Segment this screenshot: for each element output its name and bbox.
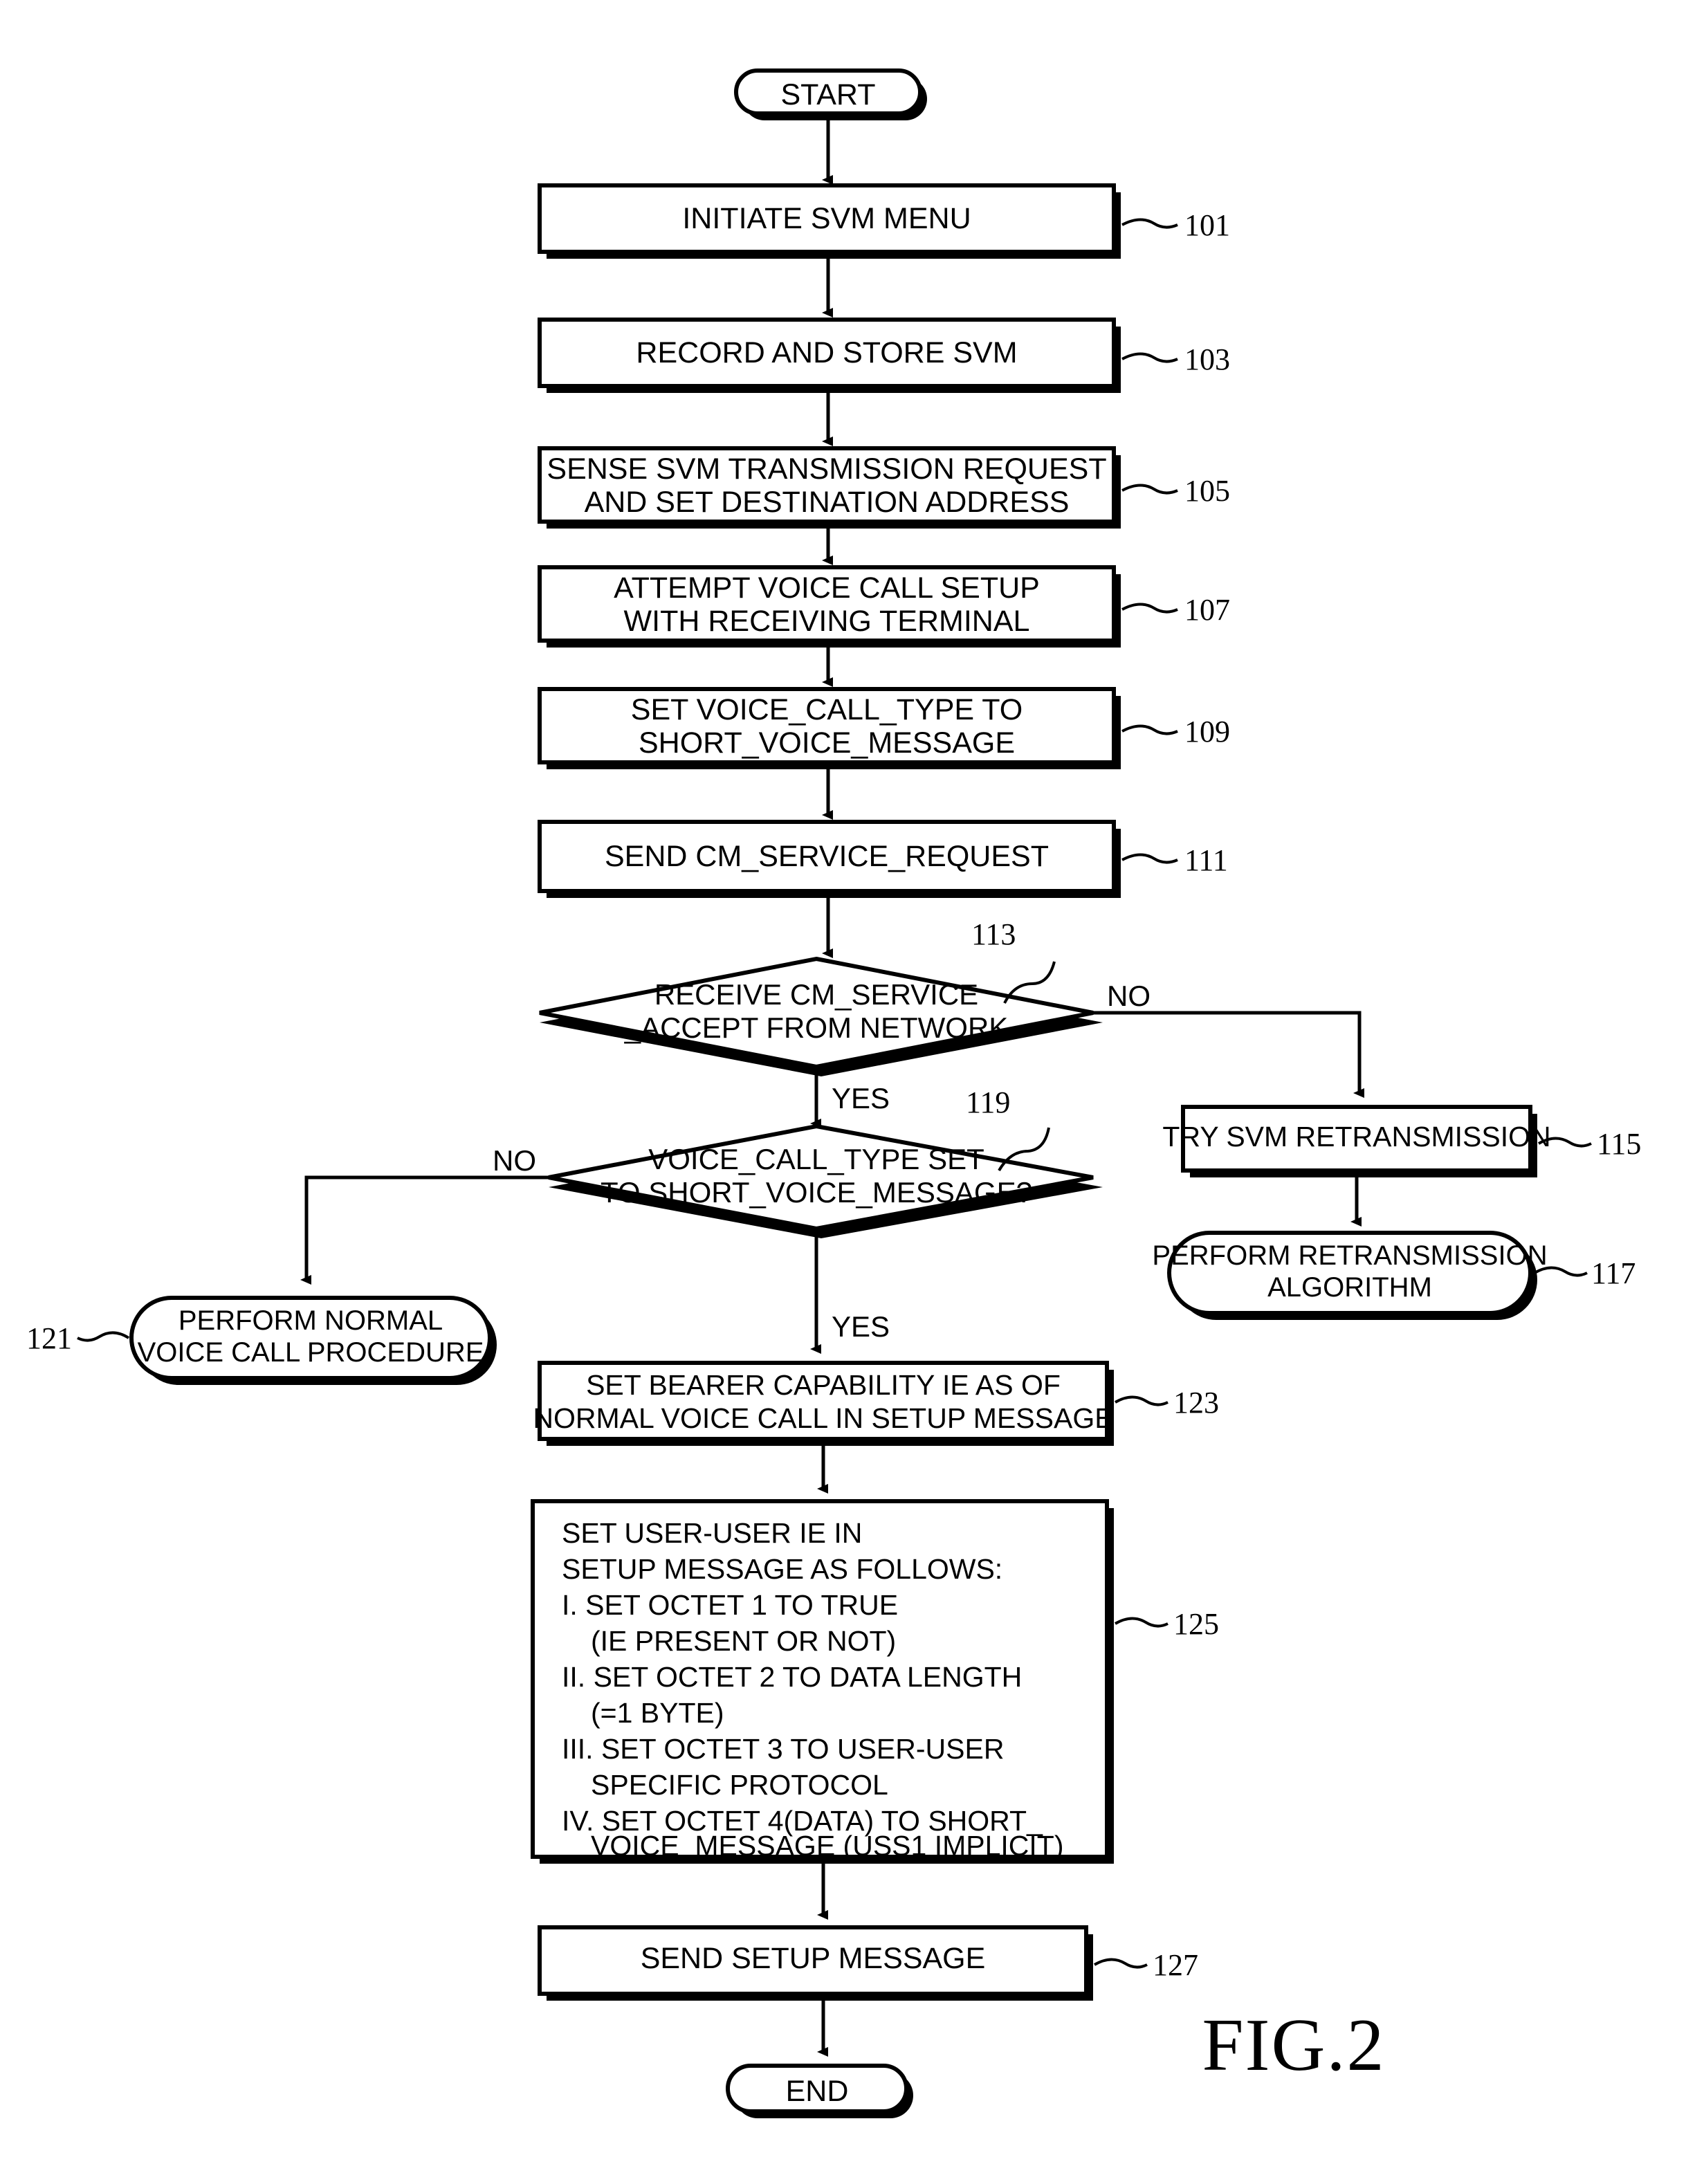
node-101: INITIATE SVM MENU <box>538 183 1121 259</box>
edge-119-no-to-121 <box>300 1175 549 1285</box>
node-125-label-line2: SETUP MESSAGE AS FOLLOWS: <box>562 1553 1002 1585</box>
node-113: RECEIVE CM_SERVICE _ACCEPT FROM NETWORK <box>539 956 1103 1076</box>
node-125-label-line3: I. SET OCTET 1 TO TRUE <box>562 1589 898 1621</box>
ref-109: 109 <box>1184 715 1230 749</box>
node-117-label-line1: PERFORM RETRANSMISSION <box>1152 1240 1547 1271</box>
node-105: SENSE SVM TRANSMISSION REQUEST AND SET D… <box>538 446 1121 529</box>
node-119: VOICE_CALL_TYPE SET TO SHORT_VOICE_MESSA… <box>548 1123 1103 1238</box>
node-107-label-line1: ATTEMPT VOICE CALL SETUP <box>614 571 1040 605</box>
leader-123 <box>1114 1395 1169 1406</box>
ref-107: 107 <box>1184 593 1230 627</box>
node-125-label-line6: (=1 BYTE) <box>591 1697 724 1729</box>
edge-113-no-to-115 <box>1093 1011 1364 1098</box>
flowchart-canvas: START INITIATE SVM MENU 101 RECORD AND S… <box>26 68 1641 2118</box>
leader-127 <box>1093 1958 1148 1969</box>
node-103: RECORD AND STORE SVM <box>538 318 1121 393</box>
branch-label-yes-119: YES <box>832 1310 890 1343</box>
node-125: SET USER-USER IE IN SETUP MESSAGE AS FOL… <box>531 1499 1114 1864</box>
leader-105 <box>1121 484 1178 495</box>
node-111: SEND CM_SERVICE_REQUEST <box>538 820 1121 898</box>
node-107: ATTEMPT VOICE CALL SETUP WITH RECEIVING … <box>538 565 1121 648</box>
node-115-label: TRY SVM RETRANSMISSION <box>1162 1121 1550 1153</box>
node-109-label-line1: SET VOICE_CALL_TYPE TO <box>631 693 1023 726</box>
ref-101: 101 <box>1184 208 1230 242</box>
leader-107 <box>1121 603 1178 614</box>
node-121-label-line2: VOICE CALL PROCEDURE <box>138 1337 484 1368</box>
node-115: TRY SVM RETRANSMISSION <box>1162 1105 1551 1177</box>
ref-103: 103 <box>1184 342 1230 376</box>
branch-label-no-119: NO <box>493 1144 536 1177</box>
node-125-label-line4: (IE PRESENT OR NOT) <box>591 1625 896 1657</box>
node-107-label-line2: WITH RECEIVING TERMINAL <box>624 605 1030 638</box>
node-121: PERFORM NORMAL VOICE CALL PROCEDURE <box>129 1296 497 1385</box>
node-125-label-line5: II. SET OCTET 2 TO DATA LENGTH <box>562 1661 1022 1693</box>
node-start: START <box>734 68 927 120</box>
node-127-label: SEND SETUP MESSAGE <box>641 1942 986 1975</box>
node-125-label-line8: SPECIFIC PROTOCOL <box>591 1769 888 1801</box>
node-123-label-line1: SET BEARER CAPABILITY IE AS OF <box>586 1369 1061 1401</box>
ref-117: 117 <box>1591 1256 1635 1290</box>
node-103-label: RECORD AND STORE SVM <box>636 336 1017 369</box>
node-109-label-line2: SHORT_VOICE_MESSAGE <box>639 726 1015 760</box>
node-113-label-line2: _ACCEPT FROM NETWORK <box>624 1011 1009 1044</box>
ref-121: 121 <box>26 1321 72 1355</box>
node-end: END <box>726 2064 913 2118</box>
ref-115: 115 <box>1597 1127 1641 1161</box>
branch-label-yes-113: YES <box>832 1082 890 1114</box>
node-123: SET BEARER CAPABILITY IE AS OF NORMAL VO… <box>533 1361 1114 1446</box>
node-119-label-line2: TO SHORT_VOICE_MESSAGE? <box>601 1176 1032 1209</box>
ref-119: 119 <box>966 1085 1010 1119</box>
ref-105: 105 <box>1184 474 1230 508</box>
leader-103 <box>1121 352 1178 363</box>
leader-111 <box>1121 853 1178 864</box>
node-121-label-line1: PERFORM NORMAL <box>178 1305 443 1336</box>
leader-117 <box>1533 1266 1588 1277</box>
ref-123: 123 <box>1173 1386 1219 1420</box>
leader-109 <box>1121 724 1178 735</box>
leader-125 <box>1114 1617 1169 1628</box>
node-113-label-line1: RECEIVE CM_SERVICE <box>654 978 978 1011</box>
node-start-label: START <box>781 78 876 111</box>
node-101-label: INITIATE SVM MENU <box>682 202 971 235</box>
node-109: SET VOICE_CALL_TYPE TO SHORT_VOICE_MESSA… <box>538 687 1121 769</box>
ref-125: 125 <box>1173 1607 1219 1641</box>
node-127: SEND SETUP MESSAGE <box>538 1925 1093 2001</box>
node-125-label-line1: SET USER-USER IE IN <box>562 1517 862 1549</box>
node-119-label-line1: VOICE_CALL_TYPE SET <box>648 1143 984 1175</box>
node-end-label: END <box>786 2075 849 2108</box>
node-125-label-line10: VOICE_MESSAGE (USS1 IMPLICIT) <box>591 1830 1064 1862</box>
leader-121 <box>77 1331 130 1342</box>
node-105-label-line1: SENSE SVM TRANSMISSION REQUEST <box>547 452 1106 486</box>
leader-101 <box>1121 218 1178 229</box>
ref-111: 111 <box>1184 843 1228 877</box>
ref-127: 127 <box>1153 1948 1198 1982</box>
node-117-label-line2: ALGORITHM <box>1267 1272 1432 1303</box>
node-111-label: SEND CM_SERVICE_REQUEST <box>605 840 1049 873</box>
figure-label: FIG.2 <box>1202 2004 1385 2086</box>
ref-113: 113 <box>971 917 1016 951</box>
node-105-label-line2: AND SET DESTINATION ADDRESS <box>585 486 1070 519</box>
node-123-label-line2: NORMAL VOICE CALL IN SETUP MESSAGE <box>533 1402 1113 1434</box>
node-125-label-line7: III. SET OCTET 3 TO USER-USER <box>562 1733 1004 1765</box>
node-117: PERFORM RETRANSMISSION ALGORITHM <box>1152 1231 1548 1320</box>
patent-figure-page: START INITIATE SVM MENU 101 RECORD AND S… <box>0 0 1686 2184</box>
branch-label-no-113: NO <box>1107 980 1151 1012</box>
